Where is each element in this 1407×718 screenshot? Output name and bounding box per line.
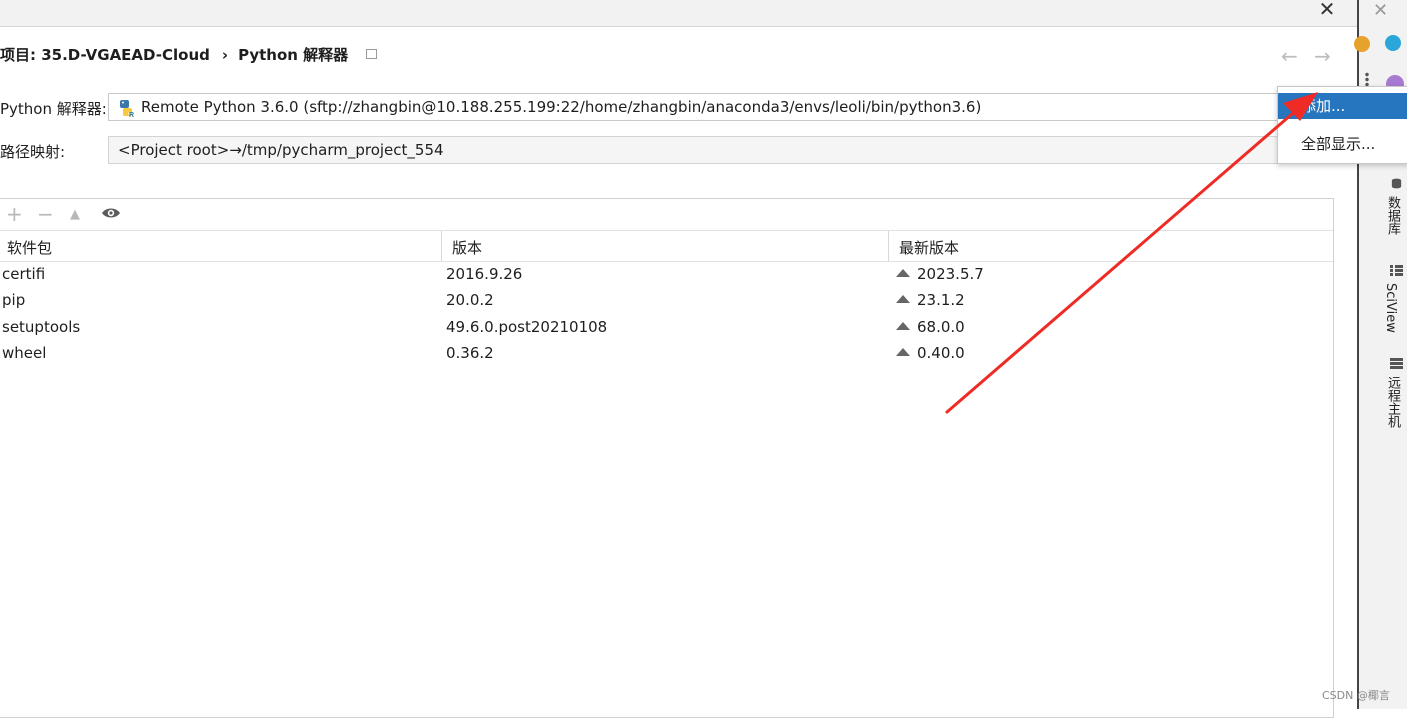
- more-options-icon[interactable]: [1365, 72, 1369, 86]
- add-package-button[interactable]: +: [6, 202, 23, 226]
- sciview-icon: [1390, 265, 1403, 276]
- upgrade-available-icon: [896, 269, 910, 277]
- forward-arrow-icon[interactable]: →: [1314, 44, 1331, 68]
- upgrade-package-button[interactable]: ▲: [70, 207, 80, 222]
- database-icon: [1391, 178, 1402, 189]
- column-divider[interactable]: [888, 231, 889, 261]
- sidebar-tab-remote-host[interactable]: 远程主机: [1383, 376, 1402, 428]
- eye-icon[interactable]: [100, 205, 122, 221]
- menu-item-add[interactable]: 添加...: [1278, 93, 1407, 119]
- column-header-latest-version[interactable]: 最新版本: [899, 237, 959, 258]
- dialog-title-bar: [0, 0, 1357, 27]
- upgrade-available-icon: [896, 322, 910, 330]
- interpreter-select[interactable]: R Remote Python 3.6.0 (sftp://zhangbin@1…: [108, 93, 1288, 121]
- remove-package-button[interactable]: −: [37, 202, 54, 226]
- breadcrumb-current: Python 解释器: [238, 46, 349, 64]
- interpreter-label: Python 解释器:: [0, 100, 107, 118]
- package-latest-version: 2023.5.7: [917, 265, 984, 283]
- package-panel: + − ▲ 软件包 版本 最新版本 certifi 2016.9.26 2023…: [0, 198, 1334, 718]
- path-mapping-label: 路径映射:: [0, 143, 66, 161]
- table-row[interactable]: pip 20.0.2 23.1.2: [0, 287, 1333, 313]
- table-row[interactable]: setuptools 49.6.0.post20210108 68.0.0: [0, 314, 1333, 340]
- package-version: 49.6.0.post20210108: [446, 318, 608, 336]
- interpreter-settings-menu: 添加... 全部显示...: [1277, 86, 1407, 164]
- package-name: setuptools: [2, 318, 81, 336]
- path-mapping-value: <Project root>→/tmp/pycharm_project_554: [118, 141, 444, 159]
- package-latest-version: 23.1.2: [917, 291, 965, 309]
- package-latest-version: 68.0.0: [917, 318, 965, 336]
- table-row[interactable]: certifi 2016.9.26 2023.5.7: [0, 261, 1333, 287]
- package-version: 2016.9.26: [446, 265, 523, 283]
- breadcrumb-project[interactable]: 项目: 35.D-VGAEAD-Cloud: [0, 46, 210, 64]
- package-toolbar: + − ▲: [0, 199, 1333, 229]
- sidebar-tab-database[interactable]: 数据库: [1383, 196, 1402, 235]
- package-name: wheel: [2, 344, 47, 362]
- remote-host-icon: [1390, 358, 1403, 369]
- play-icon[interactable]: [1385, 35, 1401, 51]
- close-dialog-button[interactable]: ✕: [1315, 0, 1339, 20]
- column-divider[interactable]: [441, 231, 442, 261]
- table-row[interactable]: wheel 0.36.2 0.40.0: [0, 340, 1333, 366]
- breadcrumb-separator: ›: [221, 46, 229, 64]
- package-version: 20.0.2: [446, 291, 494, 309]
- project-scope-icon: [366, 49, 378, 59]
- upgrade-available-icon: [896, 295, 910, 303]
- package-name: pip: [2, 291, 26, 309]
- close-icon[interactable]: ✕: [1373, 0, 1388, 21]
- update-icon[interactable]: [1354, 36, 1370, 52]
- interpreter-value: Remote Python 3.6.0 (sftp://zhangbin@10.…: [141, 98, 982, 116]
- package-name: certifi: [2, 265, 46, 283]
- upgrade-available-icon: [896, 348, 910, 356]
- table-header: 软件包 版本 最新版本: [0, 230, 1333, 262]
- package-latest-version: 0.40.0: [917, 344, 965, 362]
- column-header-version[interactable]: 版本: [452, 237, 482, 258]
- watermark: CSDN @椰言: [1322, 689, 1390, 702]
- sidebar-tab-sciview[interactable]: SciView: [1383, 283, 1398, 333]
- path-mapping-field[interactable]: <Project root>→/tmp/pycharm_project_554: [108, 136, 1288, 164]
- column-header-package[interactable]: 软件包: [7, 237, 52, 258]
- menu-item-show-all[interactable]: 全部显示...: [1278, 131, 1407, 157]
- python-icon: R: [120, 100, 134, 117]
- back-arrow-icon[interactable]: ←: [1281, 44, 1298, 68]
- breadcrumb: 项目: 35.D-VGAEAD-Cloud › Python 解释器: [0, 44, 378, 68]
- package-version: 0.36.2: [446, 344, 494, 362]
- svg-text:R: R: [129, 112, 134, 117]
